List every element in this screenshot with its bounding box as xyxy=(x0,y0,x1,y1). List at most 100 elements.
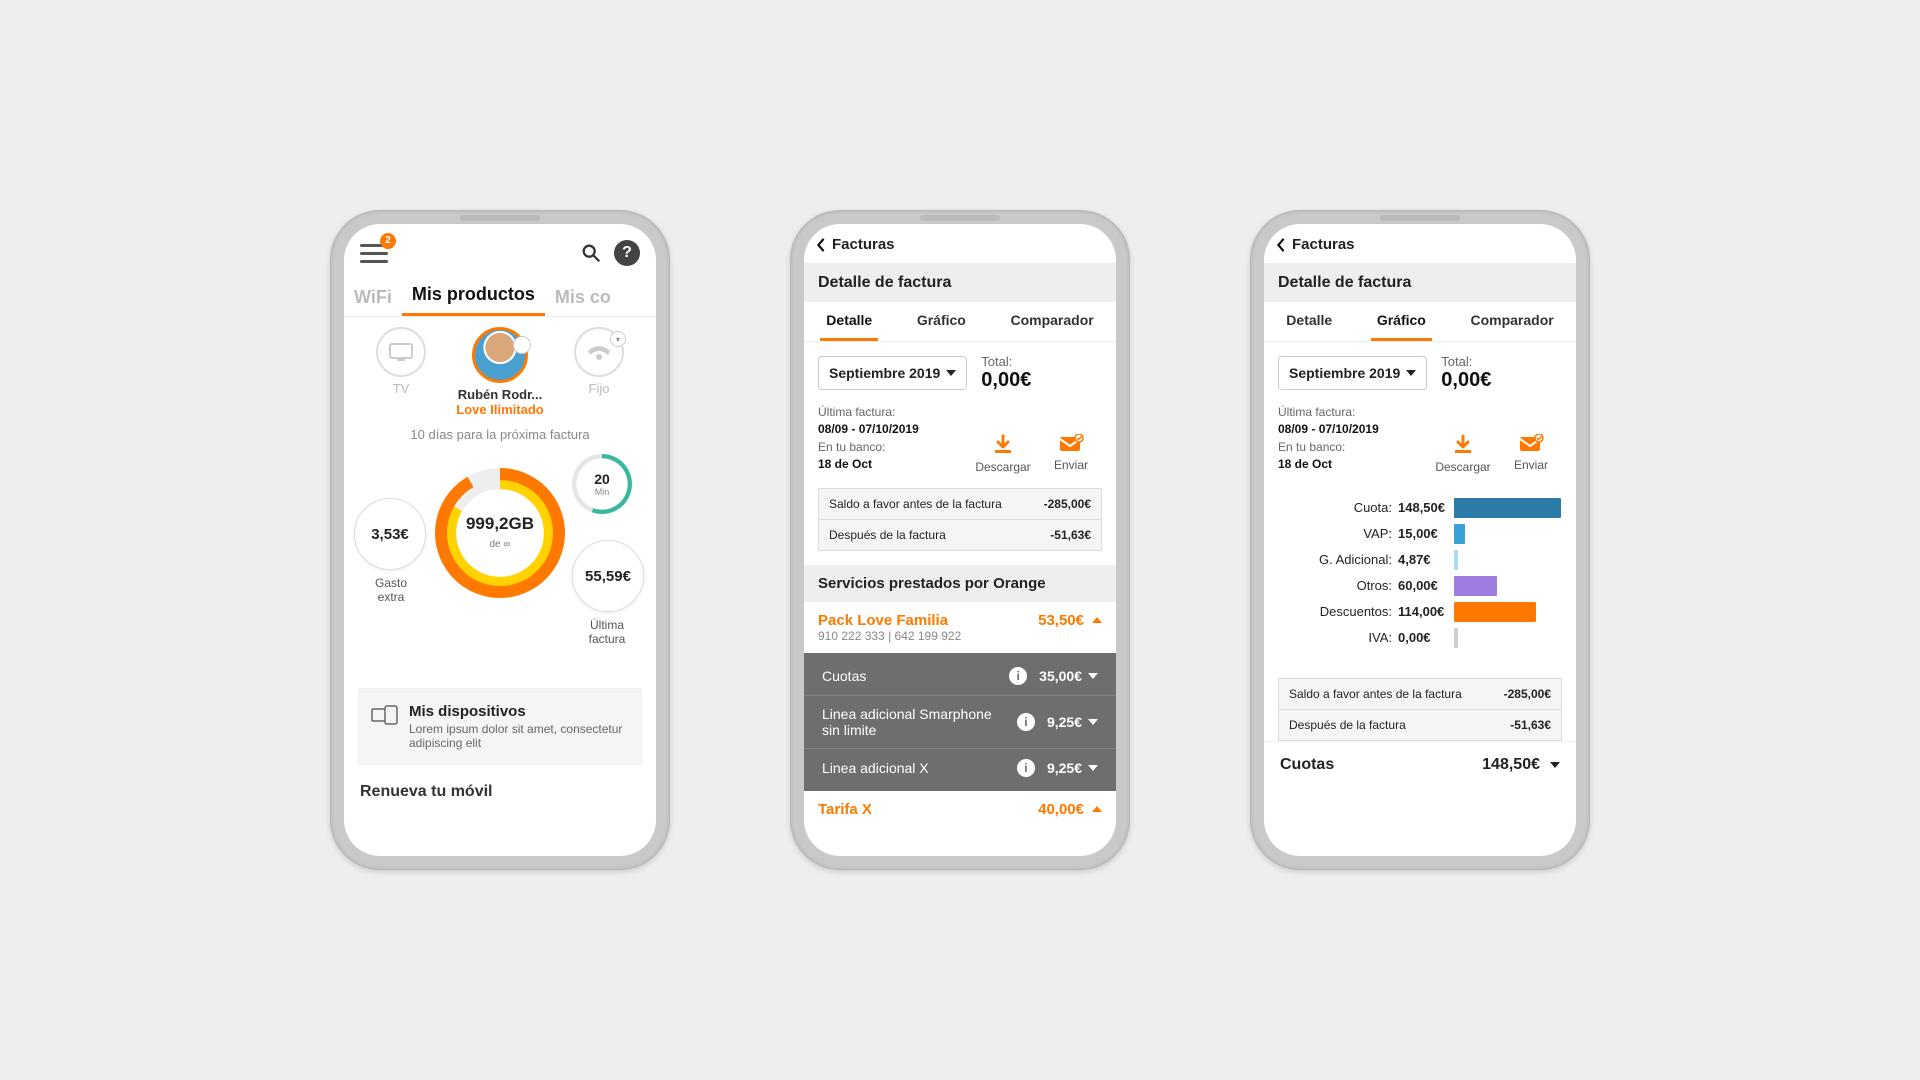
send-label: Enviar xyxy=(1054,458,1088,472)
chart-bar xyxy=(1454,550,1458,570)
data-value: 999,2GB xyxy=(466,515,534,533)
user-name: Rubén Rodr... xyxy=(444,387,556,402)
tab-detalle[interactable]: Detalle xyxy=(1280,302,1338,341)
cuotas-row[interactable]: Cuotas 148,50€ xyxy=(1264,741,1576,788)
back-header[interactable]: Facturas xyxy=(804,224,1116,264)
chart-row: Cuota:148,50€ xyxy=(1278,498,1562,518)
send-button[interactable]: Enviar xyxy=(1500,434,1562,474)
info-icon[interactable]: i xyxy=(1009,667,1027,685)
product-tabs: WiFi Mis productos Mis co xyxy=(344,272,656,317)
total-amount: 0,00€ xyxy=(1441,369,1491,392)
tab-comparador[interactable]: Comparador xyxy=(1004,302,1099,341)
services-title: Servicios prestados por Orange xyxy=(804,565,1116,602)
download-button[interactable]: Descargar xyxy=(1432,434,1494,474)
phone-3: Facturas Detalle de factura Detalle Gráf… xyxy=(1250,210,1590,870)
chart-bar xyxy=(1454,524,1465,544)
detail-tabs: Detalle Gráfico Comparador xyxy=(804,302,1116,342)
renew-row[interactable]: Renueva tu móvil xyxy=(344,775,656,809)
chevron-up-icon xyxy=(1092,806,1102,812)
data-ring[interactable]: 999,2GB de ∞ xyxy=(435,468,565,598)
chart-bar xyxy=(1454,602,1536,622)
phone-1: 2 ? WiFi Mis productos Mis co TV Rubén R… xyxy=(330,210,670,870)
balance-table: Saldo a favor antes de la factura-285,00… xyxy=(818,488,1102,551)
chevron-down-icon[interactable]: ▾ xyxy=(610,331,626,347)
pack-lines: 910 222 333 | 642 199 922 xyxy=(804,629,1116,653)
chart-category: G. Adicional: xyxy=(1278,552,1398,567)
chevron-down-icon xyxy=(1550,762,1560,768)
download-icon xyxy=(1451,434,1475,456)
devices-title: Mis dispositivos xyxy=(409,703,627,720)
chart-row: Otros:60,00€ xyxy=(1278,576,1562,596)
item-amount: 9,25€ xyxy=(1047,760,1082,776)
help-icon[interactable]: ? xyxy=(614,240,640,266)
last-bill-circle[interactable]: 55,59€ xyxy=(572,540,644,612)
tab-comparador[interactable]: Comparador xyxy=(1464,302,1559,341)
pack-item[interactable]: Linea adicional Xi9,25€ xyxy=(804,748,1116,787)
product-tv-label: TV xyxy=(393,381,410,396)
item-amount: 9,25€ xyxy=(1047,714,1082,730)
phone-2: Facturas Detalle de factura Detalle Gráf… xyxy=(790,210,1130,870)
detail-tabs: Detalle Gráfico Comparador xyxy=(1264,302,1576,342)
menu-button[interactable]: 2 xyxy=(360,239,388,268)
chart-row: VAP:15,00€ xyxy=(1278,524,1562,544)
chevron-down-icon xyxy=(1088,673,1098,679)
product-tv[interactable]: TV xyxy=(358,327,444,396)
tab-grafico[interactable]: Gráfico xyxy=(1371,302,1432,341)
chevron-down-icon xyxy=(1406,370,1416,376)
chart-value: 15,00€ xyxy=(1398,526,1454,541)
chevron-down-icon xyxy=(1088,719,1098,725)
chevron-down-icon xyxy=(1088,765,1098,771)
info-icon[interactable]: i xyxy=(1017,759,1035,777)
back-label: Facturas xyxy=(832,236,895,253)
cost-chart: Cuota:148,50€ VAP:15,00€ G. Adicional:4,87… xyxy=(1264,482,1576,658)
chevron-left-icon xyxy=(1274,238,1288,252)
tab-more[interactable]: Mis co xyxy=(545,279,621,316)
chart-category: Cuota: xyxy=(1278,500,1398,515)
minutes-value: 20 xyxy=(594,471,610,487)
chart-bar xyxy=(1454,498,1561,518)
total-block: Total: 0,00€ xyxy=(1441,354,1491,392)
tab-detalle[interactable]: Detalle xyxy=(820,302,878,341)
search-icon[interactable] xyxy=(578,240,604,266)
tab-products[interactable]: Mis productos xyxy=(402,276,545,316)
product-fijo-label: Fijo xyxy=(588,381,609,396)
phone-notch xyxy=(1380,215,1460,221)
next-bill-note: 10 días para la próxima factura xyxy=(344,427,656,442)
avatar xyxy=(472,327,528,383)
tab-grafico[interactable]: Gráfico xyxy=(911,302,972,341)
total-block: Total: 0,00€ xyxy=(981,354,1031,392)
download-button[interactable]: Descargar xyxy=(972,434,1034,474)
extra-spend-amount: 3,53€ xyxy=(371,526,409,543)
chart-value: 4,87€ xyxy=(1398,552,1454,567)
extra-spend-label: Gasto extra xyxy=(346,576,436,604)
pack-amount: 53,50€ xyxy=(1038,612,1084,629)
back-header[interactable]: Facturas xyxy=(1264,224,1576,264)
notification-badge: 2 xyxy=(380,233,396,249)
extra-spend-circle[interactable]: 3,53€ xyxy=(354,498,426,570)
pack-item[interactable]: Cuotasi35,00€ xyxy=(804,657,1116,695)
tarifa-row[interactable]: Tarifa X 40,00€ xyxy=(804,791,1116,818)
tab-wifi[interactable]: WiFi xyxy=(344,279,402,316)
chart-category: Descuentos: xyxy=(1278,604,1398,619)
pack-row[interactable]: Pack Love Familia 53,50€ xyxy=(804,602,1116,629)
send-button[interactable]: Enviar xyxy=(1040,434,1102,474)
devices-card[interactable]: Mis dispositivos Lorem ipsum dolor sit a… xyxy=(358,688,642,765)
product-fijo[interactable]: ▾ Fijo xyxy=(556,327,642,396)
chevron-up-icon xyxy=(1092,617,1102,623)
item-amount: 35,00€ xyxy=(1039,668,1082,684)
chart-value: 0,00€ xyxy=(1398,630,1454,645)
chevron-down-icon xyxy=(946,370,956,376)
period-select[interactable]: Septiembre 2019 xyxy=(1278,356,1427,390)
chart-row: G. Adicional:4,87€ xyxy=(1278,550,1562,570)
info-icon[interactable]: i xyxy=(1017,713,1035,731)
total-amount: 0,00€ xyxy=(981,369,1031,392)
minutes-ring[interactable]: 20 Min xyxy=(572,454,632,514)
period-select[interactable]: Septiembre 2019 xyxy=(818,356,967,390)
product-user[interactable]: Rubén Rodr... Love Ilimitado xyxy=(444,327,556,417)
period-value: Septiembre 2019 xyxy=(1289,365,1400,381)
pack-item[interactable]: Linea adicional Smarphone sin limitei9,2… xyxy=(804,695,1116,748)
download-label: Descargar xyxy=(1435,460,1490,474)
send-label: Enviar xyxy=(1514,458,1548,472)
chart-value: 60,00€ xyxy=(1398,578,1454,593)
phone-notch xyxy=(460,215,540,221)
